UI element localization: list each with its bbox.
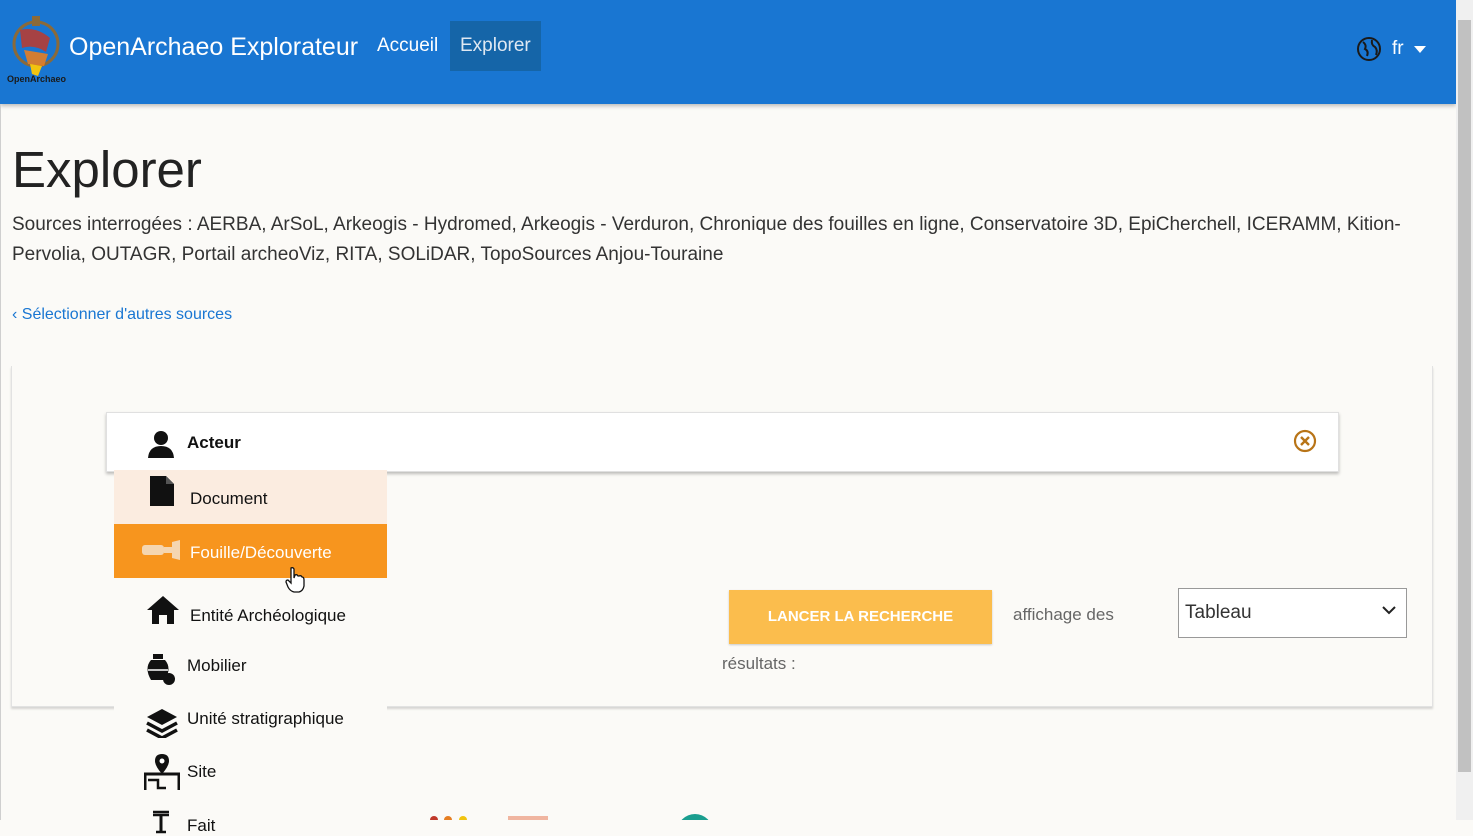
chevron-down-icon xyxy=(1382,606,1396,615)
page-left-border xyxy=(0,104,1,820)
hand-cursor-icon xyxy=(285,567,305,593)
logo-caption: OpenArchaeo xyxy=(7,74,67,84)
top-navbar: OpenArchaeo OpenArchaeo Explorateur Accu… xyxy=(0,0,1456,104)
option-entite-archeologique[interactable]: Entité Archéologique xyxy=(114,578,387,634)
house-icon xyxy=(147,596,179,624)
option-label: Fouille/Découverte xyxy=(190,543,332,562)
option-mobilier[interactable]: Mobilier xyxy=(114,634,387,686)
select-other-sources-link[interactable]: ‹ Sélectionner d'autres sources xyxy=(12,306,232,324)
chevron-left-icon: ‹ xyxy=(12,306,22,323)
option-unite-stratigraphique[interactable]: Unité stratigraphique xyxy=(114,686,387,740)
select-other-sources-label: Sélectionner d'autres sources xyxy=(21,306,233,323)
results-view-value: Tableau xyxy=(1185,602,1252,623)
partner-logos xyxy=(430,814,709,820)
scrollbar-thumb[interactable] xyxy=(1458,20,1471,772)
results-display-label-cont: résultats : xyxy=(722,654,796,673)
page-title: Explorer xyxy=(12,141,202,198)
map-pin-icon xyxy=(144,754,180,794)
option-label: Fait xyxy=(187,816,216,835)
clear-selection-icon[interactable] xyxy=(1293,429,1317,453)
sources-list: Sources interrogées : AERBA, ArSoL, Arke… xyxy=(12,214,1401,265)
option-label: Mobilier xyxy=(187,656,247,675)
trowel-icon xyxy=(142,540,180,560)
option-label: Entité Archéologique xyxy=(190,606,346,625)
option-fouille-decouverte[interactable]: Fouille/Découverte xyxy=(114,524,387,578)
results-view-select[interactable]: Tableau xyxy=(1178,588,1407,638)
layers-icon xyxy=(146,709,178,740)
globe-icon xyxy=(1357,37,1381,61)
nav-explorer[interactable]: Explorer xyxy=(450,21,541,71)
document-icon xyxy=(150,476,174,506)
nav-accueil[interactable]: Accueil xyxy=(367,21,448,71)
caret-down-icon xyxy=(1413,45,1426,53)
option-site[interactable]: Site xyxy=(114,738,387,794)
entity-type-select[interactable]: Acteur xyxy=(106,412,1339,472)
option-fait[interactable]: Fait xyxy=(114,790,387,835)
option-label: Site xyxy=(187,762,217,781)
option-label: Document xyxy=(190,489,268,508)
app-title[interactable]: OpenArchaeo Explorateur xyxy=(69,33,358,62)
launch-search-button[interactable]: LANCER LA RECHERCHE xyxy=(729,590,992,644)
selected-entity-label: Acteur xyxy=(187,433,241,452)
person-icon xyxy=(148,431,174,458)
results-display-label: affichage des xyxy=(1013,605,1114,624)
fact-icon xyxy=(153,810,169,834)
option-document[interactable]: Document xyxy=(114,470,387,524)
language-code: fr xyxy=(1392,38,1404,59)
pottery-icon xyxy=(147,654,175,685)
option-label: Unité stratigraphique xyxy=(187,709,344,728)
entity-type-dropdown: Document Fouille/Découverte Entité Arché… xyxy=(114,470,387,835)
language-selector[interactable]: fr xyxy=(1356,36,1426,62)
